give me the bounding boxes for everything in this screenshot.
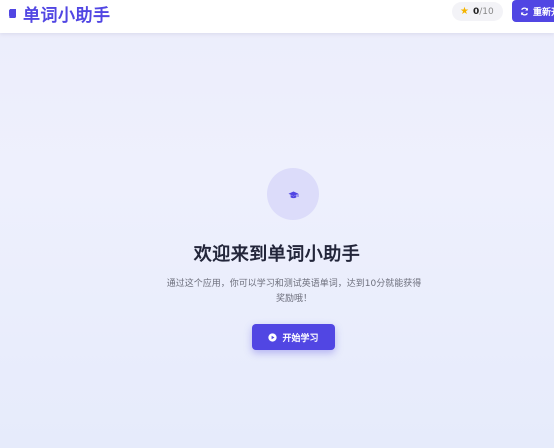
book-icon — [8, 8, 16, 18]
brand: 单词小助手 — [8, 2, 111, 26]
refresh-icon — [520, 6, 529, 16]
app-title: 单词小助手 — [23, 5, 111, 26]
play-circle-icon — [268, 332, 278, 342]
star-icon: ★ — [460, 5, 469, 17]
start-learning-button[interactable]: 开始学习 — [252, 324, 335, 350]
restart-button[interactable]: 重新开始 — [512, 0, 554, 22]
restart-button-label: 重新开始 — [533, 7, 554, 18]
score-badge: ★ 0 /10 — [452, 2, 503, 21]
graduation-cap-icon — [288, 185, 299, 204]
welcome-title: 欢迎来到单词小助手 — [193, 244, 361, 265]
welcome-description: 通过这个应用，你可以学习和测试英语单词，达到10分就能获得奖励哦！ — [166, 279, 422, 304]
start-learning-label: 开始学习 — [282, 333, 319, 344]
app-header: 单词小助手 ★ 0 /10 重新开始 — [0, 0, 554, 33]
hero-icon-circle — [267, 168, 319, 220]
score-total: /10 — [479, 6, 494, 17]
